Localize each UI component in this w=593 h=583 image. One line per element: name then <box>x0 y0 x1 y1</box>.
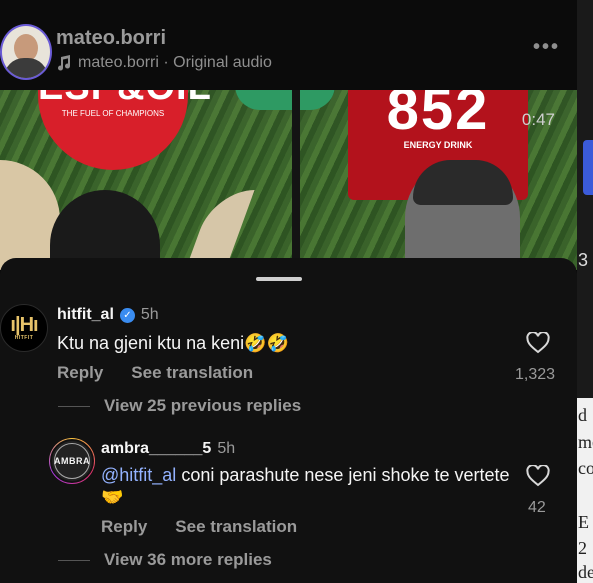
like-heart-icon[interactable] <box>526 465 550 487</box>
view-more-replies-button[interactable]: View 36 more replies <box>58 550 272 570</box>
strip-text-4: E <box>578 512 589 532</box>
mention-link[interactable]: @hitfit_al <box>101 465 176 485</box>
author-avatar[interactable] <box>0 24 52 80</box>
person-right <box>405 160 520 270</box>
adjacent-content-strip <box>577 0 593 583</box>
comment-time: 5h <box>140 306 159 323</box>
thread-line <box>58 559 90 561</box>
reply-header: ambra______5 5h <box>101 440 235 458</box>
music-note-icon <box>58 55 71 71</box>
see-translation-button[interactable]: See translation <box>131 363 253 383</box>
sheet-drag-handle[interactable] <box>256 277 302 281</box>
avatar-brand-text: HITFIT <box>14 335 34 341</box>
commenter-avatar[interactable]: ı|Hı HITFIT <box>0 304 48 352</box>
view-previous-replies-button[interactable]: View 25 previous replies <box>58 396 301 416</box>
reply-time: 5h <box>217 440 236 457</box>
banner-tagline: THE FUEL OF CHAMPIONS <box>61 109 165 118</box>
comment-text: Ktu na gjeni ktu na keni🤣🤣 <box>57 333 289 353</box>
like-count: 1,323 <box>515 366 556 383</box>
comment-actions: Reply See translation <box>57 363 253 383</box>
more-options-icon[interactable]: ••• <box>533 36 560 59</box>
audio-label: mateo.borri · Original audio <box>78 54 272 71</box>
see-translation-button[interactable]: See translation <box>175 517 297 537</box>
reply-button[interactable]: Reply <box>57 363 103 383</box>
microphone-stand <box>292 85 300 270</box>
reply-like-count: 42 <box>528 499 546 516</box>
audio-row[interactable]: mateo.borri · Original audio <box>56 54 272 72</box>
reply-button[interactable]: Reply <box>101 517 147 537</box>
like-heart-icon[interactable] <box>526 332 550 354</box>
strip-text-2: me <box>578 432 593 452</box>
strip-text-5: 2 <box>578 538 587 558</box>
strip-text-3: co <box>578 458 593 478</box>
view-previous-replies-label: View 25 previous replies <box>104 396 302 415</box>
hitfit-logo-icon: ı|Hı <box>10 314 38 336</box>
reply-username[interactable]: ambra______5 <box>101 440 211 458</box>
energy-drink-label: ENERGY DRINK <box>403 140 473 150</box>
avatar-brand-text: AMBRA <box>54 443 90 479</box>
verified-badge-icon: ✓ <box>119 307 135 323</box>
strip-text-1: d <box>578 405 587 425</box>
author-username[interactable]: mateo.borri <box>56 27 166 50</box>
strip-edge-char: 3 <box>578 250 589 270</box>
comment-username[interactable]: hitfit_al <box>57 306 114 324</box>
reply-actions: Reply See translation <box>101 517 297 537</box>
reply-avatar[interactable]: AMBRA <box>49 438 95 484</box>
reply-text: @hitfit_al coni parashute nese jeni shok… <box>101 464 511 508</box>
strip-text-6: de <box>578 562 593 582</box>
view-more-replies-label: View 36 more replies <box>104 550 272 569</box>
comment-header: hitfit_al ✓ 5h <box>57 306 159 324</box>
adjacent-blue-shape <box>583 140 593 195</box>
thread-line <box>58 405 90 407</box>
video-timecode: 0:47 <box>521 110 555 129</box>
